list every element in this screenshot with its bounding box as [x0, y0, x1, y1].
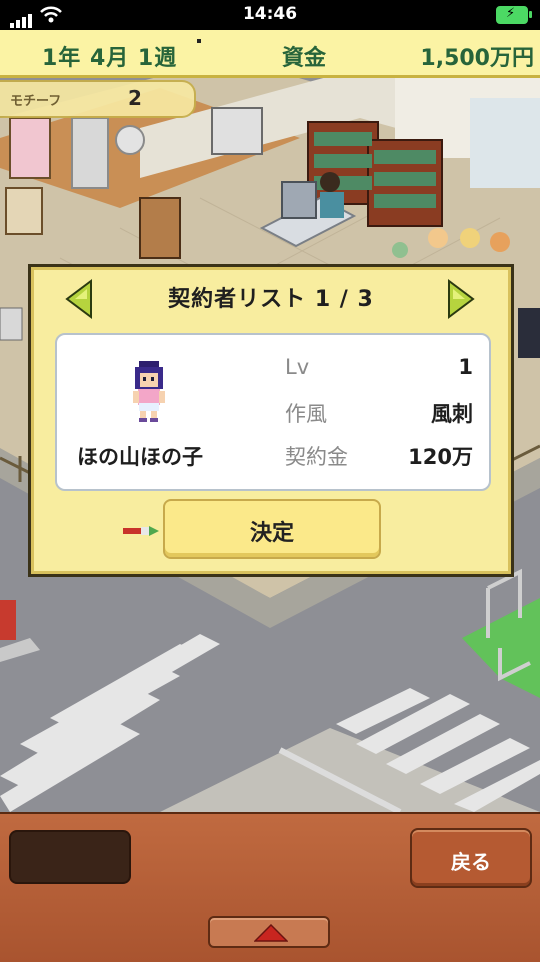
game-date: 1年 4月 1週: [42, 46, 178, 71]
up-arrow-icon: [254, 924, 288, 942]
date-marker: [197, 39, 201, 43]
level-label: Lv: [285, 355, 310, 379]
info-bar: 1年 4月 1週 資金 1,500万円: [0, 30, 540, 78]
status-bar: 14:46 ⚡: [0, 0, 540, 30]
clock: 14:46: [242, 4, 298, 24]
level-value: 1: [458, 355, 473, 379]
contract-fee-value: 120万: [408, 445, 473, 469]
creator-avatar: [133, 361, 165, 422]
creator-card[interactable]: ほの山ほの子 Lv 1 作風 風刺 契約金 120万: [55, 333, 491, 491]
back-button[interactable]: 戻る: [410, 828, 532, 888]
next-page-arrow-icon[interactable]: [445, 279, 475, 319]
funds-label: 資金: [282, 46, 327, 71]
creator-name: ほの山ほの子: [77, 445, 203, 469]
style-value: 風刺: [431, 402, 473, 426]
expand-menu-button[interactable]: [208, 916, 330, 948]
dialog-title: 契約者リスト 1 / 3: [168, 287, 374, 312]
pointer-pen-icon: [123, 526, 159, 536]
empty-slot: [9, 830, 131, 884]
funds-value: 1,500万円: [420, 46, 534, 71]
contract-fee-label: 契約金: [285, 445, 348, 469]
battery-icon: ⚡: [496, 6, 532, 24]
style-label: 作風: [285, 402, 327, 426]
motif-label: モチーフ: [10, 94, 62, 109]
motif-counter[interactable]: モチーフ 2: [0, 80, 196, 118]
back-button-label: 戻る: [451, 850, 491, 874]
confirm-button[interactable]: 決定: [163, 499, 381, 559]
bottom-panel: 戻る: [0, 812, 540, 962]
contractor-list-dialog: 契約者リスト 1 / 3 ほの山ほの子 Lv 1 作風 風刺 契約金 120万: [28, 264, 514, 577]
confirm-button-label: 決定: [249, 521, 294, 546]
motif-count: 2: [128, 86, 142, 110]
